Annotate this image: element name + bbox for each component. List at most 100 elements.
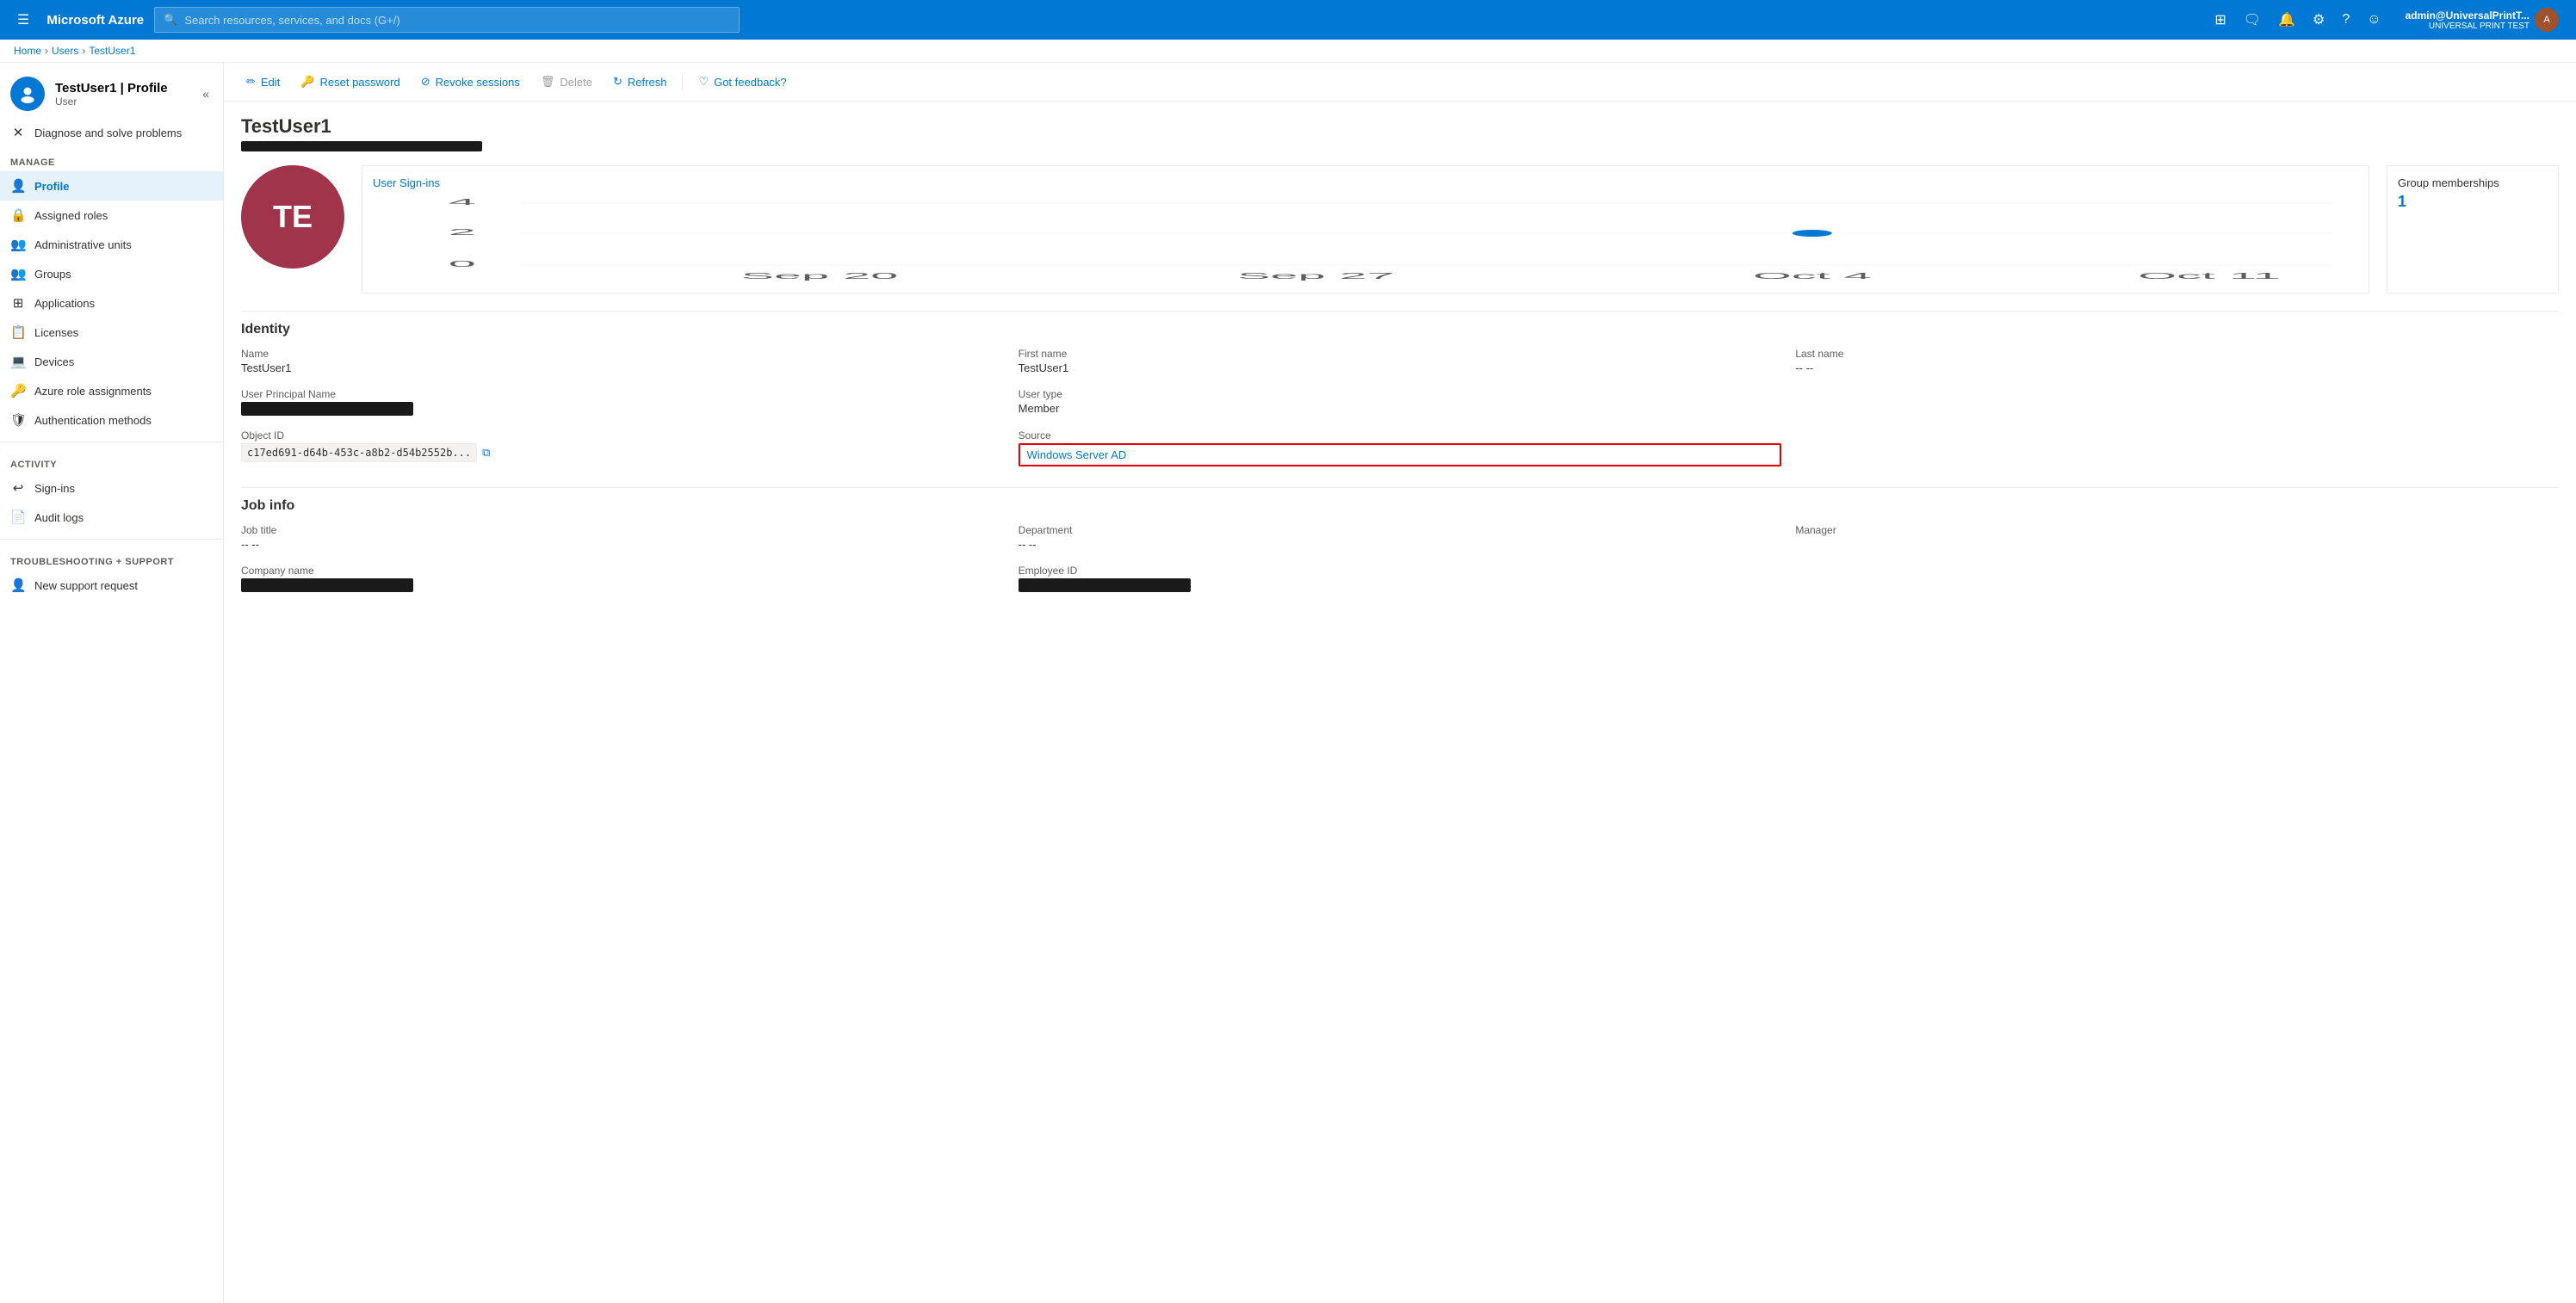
svg-text:4: 4 bbox=[449, 197, 476, 207]
search-bar[interactable]: 🔍 bbox=[154, 7, 740, 33]
first-name-field: First name TestUser1 bbox=[1019, 348, 1782, 374]
licenses-label: Licenses bbox=[34, 326, 78, 339]
sidebar-item-devices[interactable]: 💻 Devices bbox=[0, 347, 223, 376]
manage-section-label: Manage bbox=[0, 147, 223, 171]
breadcrumb-users[interactable]: Users bbox=[52, 45, 78, 57]
activity-section-label: Activity bbox=[0, 449, 223, 473]
job-info-fields: Job title -- -- Department -- -- Manager… bbox=[241, 524, 2559, 592]
settings-icon[interactable]: ⚙ bbox=[2306, 6, 2331, 34]
job-title-value: -- -- bbox=[241, 538, 1005, 551]
breadcrumb-home[interactable]: Home bbox=[14, 45, 41, 57]
group-memberships-card: Group memberships 1 bbox=[2387, 165, 2559, 293]
refresh-button[interactable]: ↻ Refresh bbox=[604, 70, 675, 94]
top-navigation: ☰ Microsoft Azure 🔍 ⊞ 🗨 🔔 ⚙ ? ☺ admin@Un… bbox=[0, 0, 2576, 40]
user-profile-menu[interactable]: admin@UniversalPrintT... UNIVERSAL PRINT… bbox=[2399, 4, 2566, 35]
auth-icon: 🛡 bbox=[10, 412, 26, 428]
employee-id-field: Employee ID bbox=[1019, 565, 1782, 592]
edit-button[interactable]: ✏ Edit bbox=[238, 70, 288, 94]
chart-area: 4 2 0 Sep 20 Sep 27 Oct 4 Oct 11 bbox=[373, 196, 2358, 282]
sidebar-item-licenses[interactable]: 📋 Licenses bbox=[0, 318, 223, 347]
svg-text:Sep 27: Sep 27 bbox=[1237, 271, 1395, 281]
azure-roles-icon: 🔑 bbox=[10, 383, 26, 398]
department-field: Department -- -- bbox=[1019, 524, 1782, 551]
assigned-roles-label: Assigned roles bbox=[34, 209, 108, 222]
sidebar-item-auth-methods[interactable]: 🛡 Authentication methods bbox=[0, 405, 223, 435]
sidebar-item-admin-units[interactable]: 👥 Administrative units bbox=[0, 230, 223, 259]
identity-section: Identity Name TestUser1 First name TestU… bbox=[241, 311, 2559, 466]
upn-label: User Principal Name bbox=[241, 388, 1005, 400]
overview-cards: TE User Sign-ins 4 2 0 bbox=[241, 165, 2559, 293]
audit-logs-label: Audit logs bbox=[34, 511, 84, 524]
sidebar-item-profile[interactable]: 👤 Profile bbox=[0, 171, 223, 201]
chart-title[interactable]: User Sign-ins bbox=[373, 176, 2358, 189]
sidebar-user-avatar bbox=[10, 77, 45, 111]
revoke-icon: ⊘ bbox=[421, 75, 430, 89]
copy-icon[interactable]: ⧉ bbox=[482, 446, 490, 460]
source-label: Source bbox=[1019, 429, 1782, 442]
manager-label: Manager bbox=[1795, 524, 2559, 536]
sidebar-item-assigned-roles[interactable]: 🔒 Assigned roles bbox=[0, 201, 223, 230]
apps-icon: ⊞ bbox=[10, 295, 26, 311]
new-support-label: New support request bbox=[34, 579, 138, 592]
sidebar-header: TestUser1 | Profile User « bbox=[0, 63, 223, 118]
sidebar-item-azure-roles[interactable]: 🔑 Azure role assignments bbox=[0, 376, 223, 405]
support-section-label: Troubleshooting + Support bbox=[0, 547, 223, 571]
toolbar-divider bbox=[682, 73, 683, 90]
company-name-redacted bbox=[241, 578, 413, 592]
sidebar-collapse-button[interactable]: « bbox=[199, 83, 213, 104]
feedback-icon[interactable]: 🗨 bbox=[2237, 6, 2268, 34]
key-icon: 🔑 bbox=[300, 75, 314, 89]
help-icon[interactable]: ? bbox=[2335, 7, 2356, 33]
sign-ins-icon: ↩ bbox=[10, 480, 26, 496]
source-field: Source Windows Server AD bbox=[1019, 429, 1782, 466]
sidebar: TestUser1 | Profile User « ✕ Diagnose an… bbox=[0, 63, 224, 1303]
refresh-icon: ↻ bbox=[613, 75, 622, 89]
reset-password-button[interactable]: 🔑 Reset password bbox=[292, 70, 408, 94]
sidebar-item-audit-logs[interactable]: 📄 Audit logs bbox=[0, 503, 223, 532]
redacted-bar bbox=[241, 141, 482, 151]
wrench-icon: ✕ bbox=[10, 125, 26, 140]
applications-label: Applications bbox=[34, 297, 95, 310]
sidebar-item-new-support[interactable]: 👤 New support request bbox=[0, 571, 223, 600]
membership-count[interactable]: 1 bbox=[2398, 193, 2548, 211]
notifications-icon[interactable]: 🔔 bbox=[2271, 6, 2302, 34]
groups-icon: 👥 bbox=[10, 266, 26, 281]
user-display-name: admin@UniversalPrintT... bbox=[2406, 9, 2530, 22]
audit-icon: 📄 bbox=[10, 509, 26, 525]
job-info-section: Job info Job title -- -- Department -- -… bbox=[241, 487, 2559, 592]
diagnose-label: Diagnose and solve problems bbox=[34, 127, 182, 139]
sidebar-item-diagnose[interactable]: ✕ Diagnose and solve problems bbox=[0, 118, 223, 147]
revoke-sessions-button[interactable]: ⊘ Revoke sessions bbox=[412, 70, 529, 94]
search-icon: 🔍 bbox=[164, 13, 177, 27]
breadcrumb-current: TestUser1 bbox=[89, 45, 135, 57]
sidebar-item-applications[interactable]: ⊞ Applications bbox=[0, 288, 223, 318]
hamburger-menu[interactable]: ☰ bbox=[10, 6, 36, 34]
delete-button[interactable]: 🗑 Delete bbox=[532, 70, 601, 94]
source-box: Windows Server AD bbox=[1019, 443, 1782, 466]
search-input[interactable] bbox=[184, 14, 730, 27]
main-content: ✕ ✏ Edit 🔑 Reset password ⊘ Revoke sessi… bbox=[224, 63, 2576, 1303]
job-title-field: Job title -- -- bbox=[241, 524, 1005, 551]
sign-ins-chart: User Sign-ins 4 2 0 Sep 20 bbox=[362, 165, 2369, 293]
source-value[interactable]: Windows Server AD bbox=[1027, 448, 1127, 461]
upn-value-redacted bbox=[241, 402, 413, 416]
svg-text:Sep 20: Sep 20 bbox=[741, 271, 899, 281]
object-id-label: Object ID bbox=[241, 429, 1005, 442]
sidebar-item-sign-ins[interactable]: ↩ Sign-ins bbox=[0, 473, 223, 503]
roles-icon: 🔒 bbox=[10, 207, 26, 223]
sidebar-item-groups[interactable]: 👥 Groups bbox=[0, 259, 223, 288]
job-info-title: Job info bbox=[241, 487, 2559, 514]
nav-icons: ⊞ 🗨 🔔 ⚙ ? ☺ bbox=[2208, 6, 2387, 34]
sidebar-title: TestUser1 | Profile bbox=[55, 81, 168, 96]
devices-label: Devices bbox=[34, 355, 74, 368]
identity-title: Identity bbox=[241, 311, 2559, 337]
svg-text:Oct 11: Oct 11 bbox=[2138, 271, 2281, 281]
first-name-label: First name bbox=[1019, 348, 1782, 360]
portal-menu-icon[interactable]: ⊞ bbox=[2208, 6, 2232, 34]
licenses-icon: 📋 bbox=[10, 324, 26, 340]
page-body: TestUser1 TE User Sign-ins 4 2 0 bbox=[224, 102, 2576, 627]
sidebar-subtitle: User bbox=[55, 96, 168, 108]
smiley-icon[interactable]: ☺ bbox=[2360, 7, 2387, 33]
heart-icon: ♡ bbox=[698, 75, 709, 89]
feedback-button[interactable]: ♡ Got feedback? bbox=[690, 70, 795, 94]
